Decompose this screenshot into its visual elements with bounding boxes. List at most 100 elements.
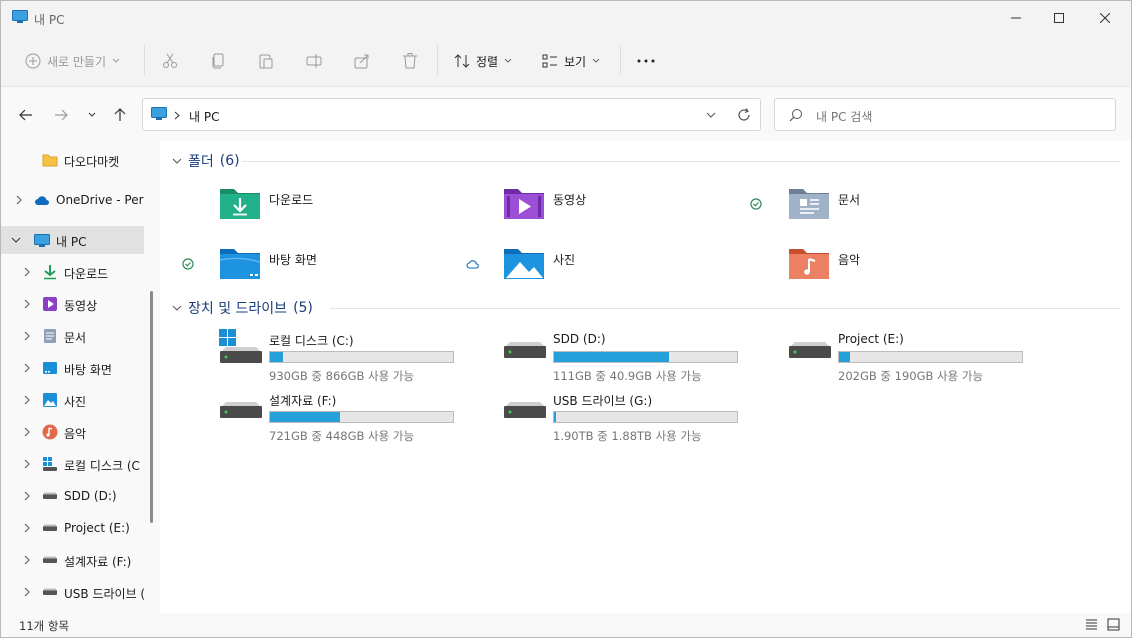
chevron-right-icon[interactable] — [22, 267, 32, 277]
drive-usage-text: 930GB 중 866GB 사용 가능 — [269, 369, 415, 383]
share-button[interactable] — [354, 49, 370, 73]
sidebar-item-downloads[interactable]: 다운로드 — [1, 258, 144, 286]
folder-tile-pictures[interactable]: 사진 — [503, 245, 783, 297]
chevron-right-icon[interactable] — [22, 427, 32, 437]
folder-tile-documents[interactable]: 문서 — [788, 185, 1068, 237]
drive-label: USB 드라이브 (G:) — [553, 394, 653, 408]
rename-button[interactable] — [306, 49, 322, 73]
sidebar-item-label: 문서 — [64, 331, 87, 345]
chevron-down-icon[interactable] — [706, 112, 716, 118]
drive-usage-fill — [554, 412, 556, 422]
chevron-right-icon[interactable] — [22, 331, 32, 341]
toolbar-divider — [620, 45, 621, 75]
command-bar: 새로 만들기 정렬 보기 — [1, 35, 1131, 87]
view-button[interactable]: 보기 — [542, 49, 600, 73]
folder-icon — [42, 154, 58, 167]
chevron-right-icon[interactable] — [22, 491, 32, 501]
sidebar-item-label: 동영상 — [64, 299, 98, 313]
forward-button[interactable] — [51, 105, 71, 125]
chevron-right-icon[interactable] — [22, 299, 32, 309]
drives-group-title: 장치 및 드라이브 — [188, 301, 288, 317]
sidebar-item-label: USB 드라이브 ( — [64, 587, 144, 601]
drive-usage-text: 1.90TB 중 1.88TB 사용 가능 — [553, 429, 702, 443]
chevron-right-icon[interactable] — [22, 395, 32, 405]
sidebar-item-sdd-d[interactable]: SDD (D:) — [1, 482, 144, 510]
sidebar-item-label: 내 PC — [56, 235, 87, 249]
drive-tile-f[interactable]: 설계자료 (F:) 721GB 중 448GB 사용 가능 — [219, 386, 499, 443]
more-options-button[interactable] — [637, 49, 655, 73]
sidebar-item-this-pc[interactable]: 내 PC — [1, 226, 144, 254]
drive-usage-bar — [838, 351, 1023, 363]
sidebar-item-daodamarket[interactable]: 다오다마켓 — [1, 146, 144, 174]
tiles-view-icon[interactable] — [1107, 618, 1120, 631]
sidebar-item-design-f[interactable]: 설계자료 (F:) — [1, 546, 144, 574]
sidebar-item-music[interactable]: 음악 — [1, 418, 144, 446]
drive-usage-fill — [839, 352, 850, 362]
sidebar-item-onedrive[interactable]: OneDrive - Perso — [1, 186, 144, 214]
drive-tile-d[interactable]: SDD (D:) 111GB 중 40.9GB 사용 가능 — [503, 326, 783, 383]
refresh-icon[interactable] — [737, 108, 751, 122]
sidebar-scrollbar[interactable] — [150, 291, 153, 523]
chevron-right-icon[interactable] — [22, 555, 32, 565]
music-icon — [42, 424, 58, 440]
copy-button[interactable] — [210, 49, 226, 73]
chevron-down-icon[interactable] — [11, 235, 21, 245]
chevron-right-icon[interactable] — [22, 587, 32, 597]
copy-icon — [212, 53, 224, 69]
chevron-down-icon — [112, 58, 120, 63]
video-icon — [43, 297, 57, 311]
sidebar-item-usb-g[interactable]: USB 드라이브 ( — [1, 578, 144, 606]
sync-status-check-icon — [750, 198, 762, 210]
delete-button[interactable] — [402, 49, 418, 73]
sidebar-item-project-e[interactable]: Project (E:) — [1, 514, 144, 542]
drives-group-header[interactable]: 장치 및 드라이브 (5) — [172, 298, 313, 318]
drive-tile-c[interactable]: 로컬 디스크 (C:) 930GB 중 866GB 사용 가능 — [219, 326, 499, 383]
folder-tile-music[interactable]: 음악 — [788, 245, 1068, 297]
cut-button[interactable] — [162, 49, 178, 73]
window-title: 내 PC — [34, 13, 65, 27]
up-button[interactable] — [110, 105, 130, 125]
sidebar-item-desktop[interactable]: 바탕 화면 — [1, 354, 144, 382]
folder-tile-desktop[interactable]: 바탕 화면 — [219, 245, 499, 297]
recent-locations-button[interactable] — [82, 105, 102, 125]
drive-usage-fill — [270, 352, 283, 362]
search-box[interactable]: 내 PC 검색 — [774, 98, 1116, 131]
toolbar-divider — [144, 45, 145, 75]
sidebar-item-documents[interactable]: 문서 — [1, 322, 144, 350]
folder-tile-videos[interactable]: 동영상 — [503, 185, 783, 237]
search-input[interactable]: 내 PC 검색 — [816, 108, 872, 125]
close-button[interactable] — [1082, 1, 1128, 35]
details-view-icon[interactable] — [1085, 618, 1098, 631]
chevron-right-icon[interactable] — [14, 195, 24, 205]
drive-tile-e[interactable]: Project (E:) 202GB 중 190GB 사용 가능 — [788, 326, 1068, 383]
folder-label: 문서 — [838, 193, 861, 207]
chevron-right-icon[interactable] — [22, 363, 32, 373]
sidebar-item-local-disk-c[interactable]: 로컬 디스크 (C — [1, 450, 144, 478]
chevron-down-icon — [172, 158, 182, 164]
address-location[interactable]: 내 PC — [189, 108, 219, 125]
sidebar-item-videos[interactable]: 동영상 — [1, 290, 144, 318]
sort-button[interactable]: 정렬 — [454, 49, 512, 73]
folders-group-header[interactable]: 폴더 (6) — [172, 151, 240, 171]
drive-label: SDD (D:) — [553, 332, 606, 346]
drive-icon — [43, 556, 57, 563]
minimize-button[interactable] — [993, 1, 1039, 35]
maximize-button[interactable] — [1036, 1, 1082, 35]
sidebar-item-label: OneDrive - Perso — [56, 193, 144, 207]
folders-group-count: (6) — [219, 153, 240, 169]
address-bar[interactable]: 내 PC — [142, 98, 761, 131]
drive-tile-g[interactable]: USB 드라이브 (G:) 1.90TB 중 1.88TB 사용 가능 — [503, 386, 783, 443]
sidebar-item-label: SDD (D:) — [64, 489, 117, 503]
chevron-right-icon[interactable] — [22, 523, 32, 533]
chevron-right-icon[interactable] — [22, 459, 32, 469]
sidebar-item-pictures[interactable]: 사진 — [1, 386, 144, 414]
paste-button[interactable] — [258, 49, 274, 73]
chevron-right-icon — [174, 111, 180, 120]
folder-tile-downloads[interactable]: 다운로드 — [219, 185, 499, 237]
back-button[interactable] — [16, 105, 36, 125]
share-icon — [354, 54, 369, 69]
downloads-folder-icon — [220, 189, 260, 219]
new-button[interactable]: 새로 만들기 — [25, 49, 120, 73]
navigation-pane: 다오다마켓 OneDrive - Perso 내 PC 다운로드 동영상 — [1, 141, 160, 613]
arrow-up-icon — [114, 108, 126, 121]
